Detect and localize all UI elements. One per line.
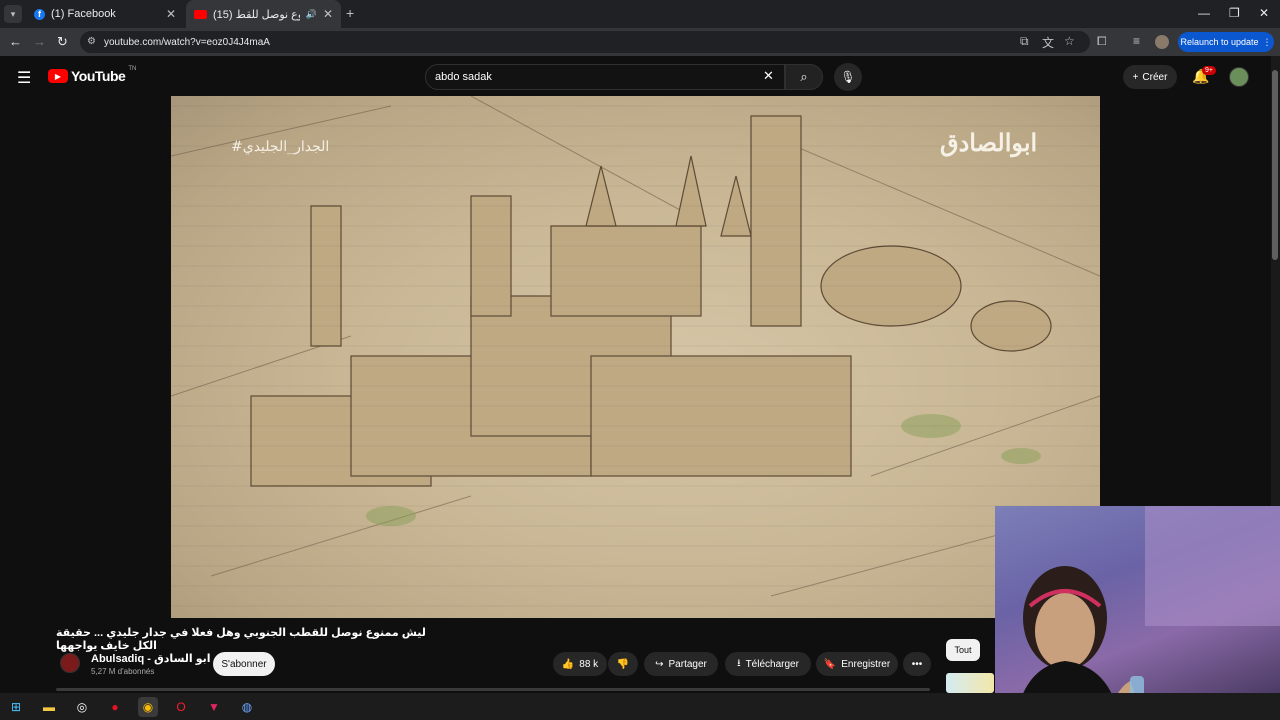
subscriber-count: 5,27 M d'abonnés	[91, 667, 155, 676]
save-button[interactable]: 🔖 Enregistrer	[816, 652, 898, 676]
pocket-app-icon[interactable]: ▼	[204, 697, 224, 717]
voice-search-button[interactable]: 🎙	[834, 63, 862, 91]
forward-icon[interactable]: →	[33, 34, 46, 49]
more-actions-button[interactable]: •••	[903, 652, 931, 676]
streamer-figure	[1015, 506, 1280, 720]
video-title: ليش ممنوع نوصل للقطب الجنوبي وهل فعلا في…	[56, 627, 426, 652]
download-icon: ⭳	[737, 657, 741, 669]
translate-icon[interactable]: 文	[1042, 34, 1054, 51]
chip-all[interactable]: Tout	[946, 639, 980, 661]
clear-search-icon[interactable]: ✕	[763, 68, 774, 84]
search-icon: ⌕	[800, 69, 808, 84]
window-close-icon[interactable]: ✕	[1259, 6, 1269, 20]
chrome-icon[interactable]: ◉	[138, 697, 158, 717]
capture-app-icon[interactable]: ◎	[72, 697, 92, 717]
search-button[interactable]: ⌕	[785, 64, 823, 90]
opera-icon[interactable]: O	[171, 697, 191, 717]
more-horiz-icon: •••	[911, 658, 923, 670]
create-label: Créer	[1142, 71, 1168, 83]
dislike-button[interactable]: 👎	[608, 652, 638, 676]
play-logo-icon: ▶	[48, 69, 68, 83]
profile-avatar[interactable]	[1155, 35, 1169, 49]
media-control-icon[interactable]: ≡	[1133, 34, 1140, 48]
download-label: Télécharger	[745, 658, 799, 670]
address-bar[interactable]: youtube.com/watch?v=eoz0J4J4maA	[80, 31, 1090, 53]
channel-watermark: ابوالصادق	[940, 128, 1038, 157]
like-count: 88 k	[579, 658, 599, 670]
relaunch-label: Relaunch to update	[1180, 37, 1259, 47]
search-value: abdo sadak	[435, 71, 492, 83]
account-avatar[interactable]	[1229, 67, 1249, 87]
like-button[interactable]: 👍 88 k	[553, 652, 607, 676]
video-player[interactable]	[171, 96, 1100, 618]
site-info-icon[interactable]: ⚙	[87, 36, 96, 47]
relaunch-button[interactable]: Relaunch to update ⋮	[1178, 32, 1274, 52]
save-label: Enregistrer	[841, 658, 891, 670]
tab-label: (15) ليش ممنوع نوصل للقط...	[213, 8, 300, 21]
recommended-thumbnail[interactable]	[946, 673, 994, 693]
reload-icon[interactable]: ↻	[57, 34, 68, 50]
audio-playing-icon[interactable]: 🔊	[306, 9, 317, 20]
sketch-castle-illustration	[171, 96, 1100, 607]
logo-region: TN	[128, 66, 137, 72]
blue-app-icon[interactable]: ◍	[237, 697, 257, 717]
windows-start-icon[interactable]: ⊞	[6, 697, 26, 717]
tab-label: (1) Facebook	[51, 8, 116, 20]
tab-youtube[interactable]: (15) ليش ممنوع نوصل للقط... 🔊 ✕	[186, 0, 341, 28]
webcam-overlay	[995, 506, 1280, 720]
facebook-icon: f	[34, 8, 45, 20]
channel-avatar[interactable]	[60, 653, 80, 673]
back-icon[interactable]: ←	[9, 34, 22, 49]
extensions-icon[interactable]: ⧠	[1097, 34, 1107, 49]
file-explorer-icon[interactable]: ▬	[39, 697, 59, 717]
notification-badge: 9+	[1202, 66, 1216, 75]
share-label: Partager	[668, 658, 707, 670]
download-button[interactable]: ⭳ Télécharger	[725, 652, 811, 676]
youtube-logo[interactable]: ▶ YouTube TN	[48, 66, 137, 84]
logo-text: YouTube	[71, 68, 126, 84]
share-button[interactable]: ↪ Partager	[644, 652, 718, 676]
minimize-icon[interactable]: —	[1198, 6, 1210, 20]
more-vert-icon: ⋮	[1262, 36, 1272, 47]
hashtag-watermark: #الجدار_الجليدي	[231, 139, 330, 155]
windows-taskbar	[0, 693, 1280, 720]
scrollbar-thumb[interactable]	[1272, 70, 1278, 260]
channel-name-link[interactable]: Abulsadiq - ابو السادق ✓	[91, 652, 222, 665]
red-app-icon[interactable]: ●	[105, 697, 125, 717]
tab-search-icon[interactable]: ▾	[4, 5, 22, 23]
plus-icon: +	[1132, 71, 1139, 83]
tab-facebook[interactable]: f (1) Facebook ✕	[26, 0, 184, 28]
search-input[interactable]: abdo sadak	[425, 64, 785, 90]
channel-name: Abulsadiq - ابو السادق	[91, 653, 211, 665]
thumbs-up-icon: 👍	[561, 658, 575, 670]
url-text: youtube.com/watch?v=eoz0J4J4maA	[104, 36, 270, 48]
close-tab-icon[interactable]: ✕	[166, 7, 176, 21]
close-tab-icon[interactable]: ✕	[323, 7, 333, 21]
create-button[interactable]: + Créer	[1123, 65, 1177, 89]
bookmark-star-icon[interactable]: ☆	[1064, 34, 1075, 48]
restore-icon[interactable]: ❐	[1229, 6, 1240, 20]
new-tab-icon[interactable]: +	[346, 5, 354, 21]
bookmark-icon: 🔖	[823, 658, 837, 670]
share-arrow-icon: ↪	[655, 658, 664, 670]
microphone-icon: 🎙	[840, 70, 856, 84]
subscribe-button[interactable]: S'abonner	[213, 652, 275, 676]
hamburger-menu-icon[interactable]: ☰	[17, 68, 31, 88]
description-divider	[56, 688, 930, 691]
thumbs-down-icon: 👎	[616, 658, 630, 670]
youtube-icon	[194, 9, 207, 19]
install-app-icon[interactable]: ⧉	[1020, 34, 1029, 49]
